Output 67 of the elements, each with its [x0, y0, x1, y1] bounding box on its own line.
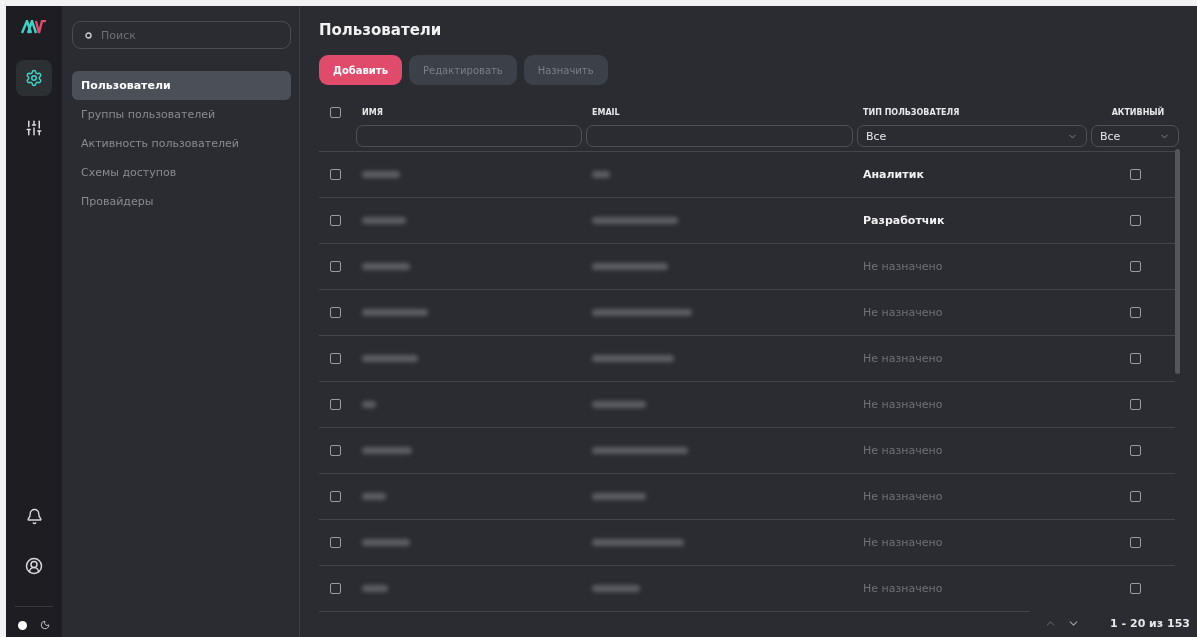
table-cell-text: Не назначено — [862, 444, 944, 457]
row-checkbox[interactable] — [330, 491, 341, 502]
table-cell-text: Разработчик — [862, 214, 946, 227]
row-checkbox[interactable] — [330, 445, 341, 456]
page-title: Пользователи — [319, 21, 443, 39]
table-cell-text: Не назначено — [862, 352, 944, 365]
row-checkbox[interactable] — [330, 261, 341, 272]
active-checkbox[interactable] — [1129, 537, 1141, 548]
row-checkbox[interactable] — [330, 353, 341, 364]
select-all-checkbox[interactable] — [330, 107, 341, 118]
active-checkbox[interactable] — [1129, 491, 1141, 502]
nav-item[interactable]: Схемы доступов — [72, 158, 291, 187]
moon-icon — [40, 620, 50, 630]
settings-icon[interactable] — [16, 60, 52, 96]
action-button[interactable]: Добавить — [319, 55, 402, 85]
blurred-name — [362, 217, 406, 224]
table-cell-text: Не назначено — [862, 260, 944, 273]
column-header: EMAIL — [591, 108, 621, 117]
blurred-email — [592, 585, 640, 592]
blurred-name — [362, 263, 410, 270]
search-icon — [85, 32, 92, 39]
blurred-email — [592, 171, 610, 178]
nav-item[interactable]: Группы пользователей — [72, 100, 291, 129]
row-checkbox[interactable] — [330, 399, 341, 410]
row-checkbox[interactable] — [330, 583, 341, 594]
row-checkbox[interactable] — [330, 307, 341, 318]
nav-item[interactable]: Пользователи — [72, 71, 291, 100]
filter-field[interactable] — [356, 125, 582, 147]
row-checkbox[interactable] — [330, 215, 341, 226]
table-cell-text: Не назначено — [862, 398, 944, 411]
blurred-email — [592, 493, 646, 500]
table-cell-text: Не назначено — [862, 536, 944, 549]
table-cell-text: Аналитик — [862, 168, 925, 181]
column-header: ИМЯ — [361, 108, 384, 117]
row-checkbox[interactable] — [330, 169, 341, 180]
blurred-name — [362, 585, 388, 592]
blurred-name — [362, 171, 400, 178]
active-checkbox[interactable] — [1129, 353, 1141, 364]
active-checkbox[interactable] — [1129, 445, 1141, 456]
active-checkbox[interactable] — [1129, 215, 1141, 226]
active-checkbox[interactable] — [1129, 261, 1141, 272]
column-header: ТИП ПОЛЬЗОВАТЕЛЯ — [862, 108, 961, 117]
blurred-name — [362, 539, 410, 546]
logo-icon — [21, 20, 47, 34]
filter-dropdown[interactable]: Все — [1091, 125, 1179, 147]
nav-item[interactable]: Активность пользователей — [72, 129, 291, 158]
scrollbar[interactable] — [1175, 149, 1180, 374]
blurred-name — [362, 447, 412, 454]
nav-item[interactable]: Провайдеры — [72, 187, 291, 216]
filter-field[interactable] — [586, 125, 853, 147]
column-header: АКТИВНЫЙ — [1110, 108, 1165, 117]
table-cell-text: Не назначено — [862, 306, 944, 319]
table-cell-text: Не назначено — [862, 490, 944, 503]
blurred-name — [362, 493, 386, 500]
blurred-name — [362, 401, 376, 408]
active-checkbox[interactable] — [1129, 169, 1141, 180]
active-checkbox[interactable] — [1129, 307, 1141, 318]
page-range: 1 - 20 из 153 — [1110, 616, 1190, 630]
active-checkbox[interactable] — [1129, 583, 1141, 594]
blurred-name — [362, 309, 428, 316]
blurred-email — [592, 401, 646, 408]
active-checkbox[interactable] — [1129, 399, 1141, 410]
row-checkbox[interactable] — [330, 537, 341, 548]
table-cell-text: Не назначено — [862, 582, 944, 595]
blurred-name — [362, 355, 418, 362]
search-field[interactable]: Поиск — [72, 21, 291, 49]
filter-dropdown[interactable]: Все — [857, 125, 1087, 147]
